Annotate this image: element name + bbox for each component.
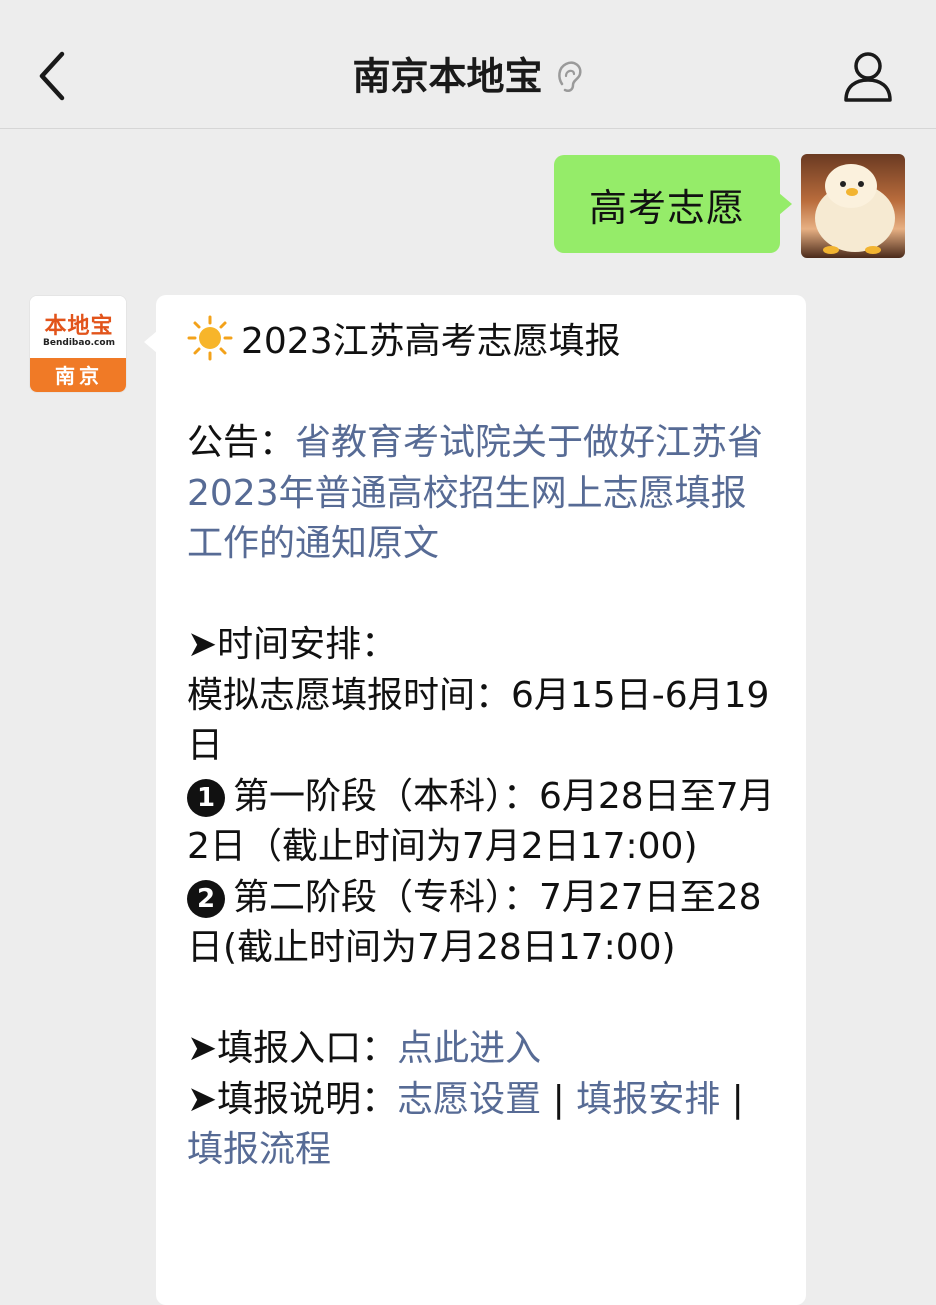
entry-line: ➤填报入口：点此进入 bbox=[187, 1024, 782, 1075]
notice-label: 公告： bbox=[187, 422, 296, 463]
chat-title-wrap: 南京本地宝 bbox=[0, 50, 936, 102]
stage-one-text: 第一阶段（本科）：6月28日至7月2日（截止时间为7月2日17:00) bbox=[187, 775, 775, 868]
chat-header: 南京本地宝 bbox=[0, 0, 936, 129]
bot-logo-brand: 本地宝 bbox=[44, 313, 114, 339]
user-message-bubble: 高考志愿 bbox=[554, 155, 792, 253]
separator: | bbox=[720, 1078, 744, 1120]
bot-logo-city: 南京 bbox=[30, 358, 126, 392]
stage-one-line: 1 第一阶段（本科）：6月28日至7月2日（截止时间为7月2日17:00) bbox=[187, 772, 782, 873]
number-one-icon: 1 bbox=[187, 778, 225, 817]
notice-line: 公告：省教育考试院关于做好江苏省2023年普通高校招生网上志愿填报工作的通知原文 bbox=[187, 418, 782, 570]
stage-two-line: 2 第二阶段（专科）：7月27日至28日(截止时间为7月28日17:00) bbox=[187, 873, 782, 974]
message-title: 2023江苏高考志愿填报 bbox=[241, 321, 621, 362]
guide-line: ➤填报说明：志愿设置 | 填报安排 | 填报流程 bbox=[187, 1075, 782, 1176]
message-title-line: 2023江苏高考志愿填报 bbox=[187, 315, 782, 368]
sun-icon bbox=[187, 315, 233, 361]
guide-label: ➤填报说明： bbox=[187, 1078, 398, 1120]
person-icon[interactable] bbox=[838, 50, 898, 106]
bot-logo-domain: Bendibao.com bbox=[43, 338, 115, 348]
chat-title: 南京本地宝 bbox=[352, 54, 543, 99]
ear-icon bbox=[557, 61, 582, 92]
bot-message-bubble: 2023江苏高考志愿填报 公告：省教育考试院关于做好江苏省2023年普通高校招生… bbox=[144, 295, 806, 1305]
plush-duck-avatar-icon bbox=[815, 164, 895, 254]
entry-label: ➤填报入口： bbox=[187, 1028, 398, 1069]
number-two-icon: 2 bbox=[187, 879, 225, 918]
entry-link[interactable]: 点此进入 bbox=[397, 1028, 541, 1069]
bot-avatar[interactable]: 本地宝 Bendibao.com 南京 bbox=[29, 295, 127, 393]
guide-link-fill-process[interactable]: 填报流程 bbox=[187, 1129, 331, 1170]
user-message-text: 高考志愿 bbox=[588, 185, 745, 230]
schedule-heading: ➤时间安排： bbox=[187, 624, 398, 665]
stage-two-text: 第二阶段（专科）：7月27日至28日(截止时间为7月28日17:00) bbox=[187, 876, 762, 969]
separator: | bbox=[541, 1078, 577, 1120]
user-avatar[interactable] bbox=[801, 154, 905, 258]
guide-link-fill-schedule[interactable]: 填报安排 bbox=[576, 1079, 720, 1120]
schedule-simulation: 模拟志愿填报时间：6月15日-6月19日 bbox=[187, 674, 770, 767]
guide-link-volunteer-settings[interactable]: 志愿设置 bbox=[397, 1079, 541, 1120]
